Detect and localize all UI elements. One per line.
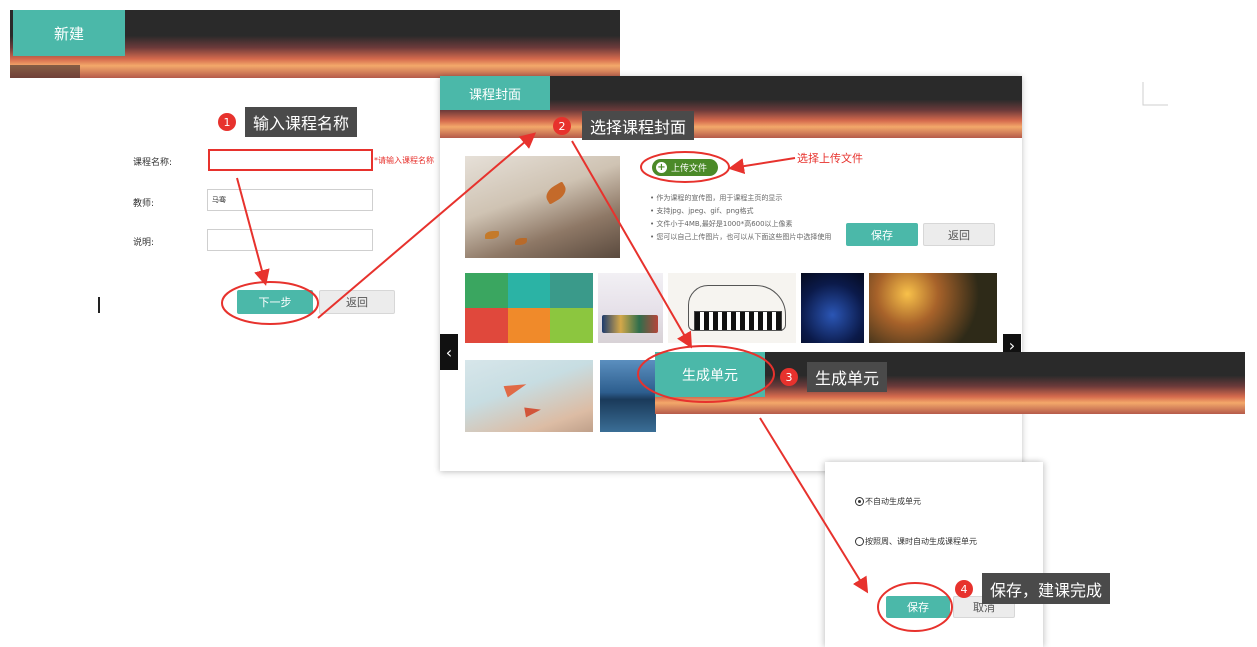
corner-crop-mark xyxy=(1142,82,1168,106)
step3-callout: 生成单元 xyxy=(807,362,888,392)
annotation-layer xyxy=(221,82,1168,632)
highlight-final-save-button xyxy=(877,582,953,632)
arrow-to-final-save xyxy=(759,417,869,594)
upload-hint-text: 选择上传文件 xyxy=(797,152,863,165)
step1-number-badge: 1 xyxy=(218,113,236,131)
step4-callout: 保存，建课完成 xyxy=(982,573,1111,604)
step2-callout: 选择课程封面 xyxy=(582,111,695,140)
step1-callout: 输入课程名称 xyxy=(245,107,358,137)
step2-number-badge: 2 xyxy=(553,117,571,135)
step4-number-badge: 4 xyxy=(955,580,973,598)
arrow-to-next-button xyxy=(236,177,270,286)
step3-number-badge: 3 xyxy=(780,368,798,386)
highlight-generate-units-tab xyxy=(637,345,775,403)
arrow-to-generate-units xyxy=(571,140,693,349)
highlight-next-button xyxy=(221,281,319,325)
highlight-upload-button xyxy=(640,151,730,183)
arrow-to-upload-hint xyxy=(728,157,796,175)
arrow-to-cover-tab xyxy=(317,132,537,319)
